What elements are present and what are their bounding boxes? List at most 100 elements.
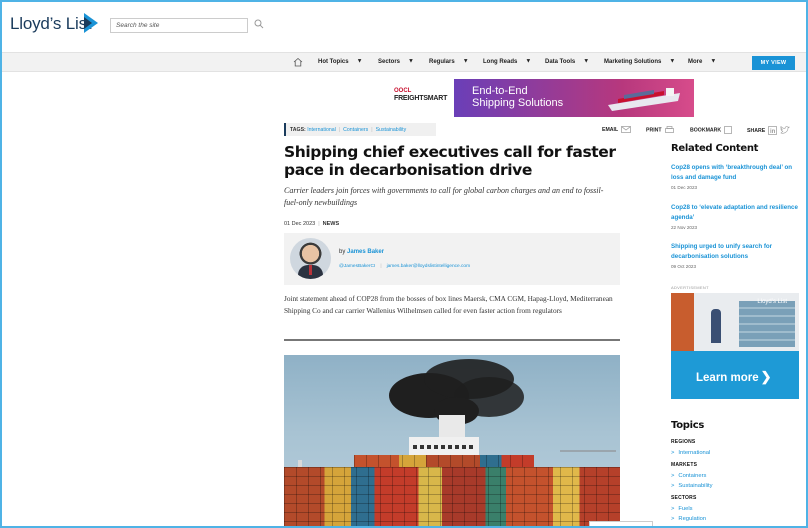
ad-brand-main: FREIGHTSMART: [394, 95, 448, 102]
tag-sustainability[interactable]: Sustainability: [376, 127, 407, 133]
my-view-button[interactable]: MY VIEW: [752, 56, 795, 70]
ship-illustration-icon: [608, 88, 680, 111]
home-icon[interactable]: [293, 57, 303, 67]
ad-banner[interactable]: OOCL FREIGHTSMART End-to-End Shipping So…: [384, 79, 694, 117]
logo-mark-icon[interactable]: [84, 13, 98, 33]
caret-down-icon: ▼: [583, 58, 590, 65]
email-label: EMAIL: [602, 126, 619, 133]
linkedin-icon[interactable]: in: [768, 126, 778, 135]
topic-link[interactable]: > Sustainability: [671, 483, 713, 489]
bookmark-button[interactable]: BOOKMARK: [690, 126, 732, 134]
print-button[interactable]: PRINT: [646, 126, 674, 134]
advert-cta-label: Learn more: [696, 372, 759, 384]
chevron-right-icon: ❯: [760, 369, 772, 384]
article-headline: Shipping chief executives call for faste…: [284, 143, 616, 179]
advert-learn-more-button[interactable]: Learn more ❯: [696, 369, 772, 385]
advertisement-label: ADVERTISEMENT: [671, 285, 709, 290]
site-logo[interactable]: Lloyd’s List: [10, 14, 92, 34]
advert-logo: Lloyd’s List: [757, 299, 787, 305]
search-input[interactable]: Search the site: [110, 18, 248, 33]
avatar-tie: [309, 265, 312, 275]
topic-link[interactable]: > Containers: [671, 473, 706, 479]
advert-person: [711, 309, 721, 343]
caret-down-icon: ▼: [669, 58, 676, 65]
author-prefix: by: [339, 249, 346, 255]
bookmark-label: BOOKMARK: [690, 127, 722, 134]
nav-label: Long Reads: [483, 59, 518, 65]
author-twitter-link[interactable]: @JamesBakerCI: [339, 264, 375, 269]
topic-group-heading: REGIONS: [671, 439, 696, 445]
author-contacts: @JamesBakerCI | james.baker@lloydslistinte…: [339, 264, 470, 269]
tags-bar: TAGS: International | Containers | Sustainab…: [284, 123, 436, 136]
author-name-link[interactable]: James Baker: [347, 249, 384, 255]
contact-divider: |: [380, 264, 382, 269]
sidebar-advert[interactable]: Lloyd’s List Learn more ❯: [671, 293, 799, 399]
caret-down-icon: ▼: [408, 58, 414, 65]
topic-link-label: Regulation: [678, 516, 707, 522]
share-button[interactable]: SHARE in: [747, 125, 790, 135]
topics-title: Topics: [671, 420, 705, 431]
nav-label: More: [688, 59, 703, 65]
chevron-right-icon: >: [671, 450, 675, 456]
related-item[interactable]: Cop28 opens with ‘breakthrough deal’ on …: [671, 163, 803, 190]
author-byline: by James Baker: [339, 249, 384, 255]
topic-link-label: Sustainability: [678, 483, 713, 489]
email-icon: [621, 126, 631, 133]
ad-creative: End-to-End Shipping Solutions: [454, 79, 694, 117]
nav-label: Data Tools: [545, 59, 576, 65]
print-icon: [664, 126, 674, 133]
caret-down-icon: ▼: [356, 58, 363, 65]
share-label: SHARE: [747, 127, 766, 134]
author-email-link[interactable]: james.baker@lloydslistintelligence.com: [387, 264, 471, 269]
tag-separator: |: [338, 127, 341, 133]
tags-label: TAGS:: [290, 127, 306, 133]
nav-data-tools[interactable]: Data Tools ▼: [545, 58, 590, 66]
related-item-title[interactable]: Shipping urged to unify search for decar…: [671, 242, 803, 261]
print-label: PRINT: [646, 127, 662, 134]
related-item-title[interactable]: Cop28 to ‘elevate adaptation and resilie…: [671, 203, 803, 222]
related-item[interactable]: Shipping urged to unify search for decar…: [671, 242, 803, 269]
twitter-icon[interactable]: [780, 125, 790, 135]
related-item-date: 09 Oct 2023: [671, 264, 697, 269]
chevron-right-icon: >: [671, 483, 675, 489]
topic-link[interactable]: > International: [671, 450, 710, 456]
svg-text:in: in: [770, 129, 776, 135]
bookmark-icon: [724, 126, 732, 134]
topic-link[interactable]: > Fuels: [671, 506, 693, 512]
related-item[interactable]: Cop28 to ‘elevate adaptation and resilie…: [671, 203, 803, 230]
topic-group-heading: SECTORS: [671, 495, 697, 501]
site-header: Lloyd’s List Search the site: [0, 0, 808, 52]
nav-label: Hot Topics: [318, 59, 349, 65]
article-date: 01 Dec 2023: [284, 221, 316, 227]
topic-link[interactable]: > Regulation: [671, 516, 706, 522]
chevron-right-icon: >: [671, 506, 675, 512]
search-icon[interactable]: [254, 19, 264, 29]
related-content-title: Related Content: [671, 143, 759, 154]
summary-divider: [284, 339, 620, 341]
advert-container-wall: [739, 301, 795, 347]
author-avatar[interactable]: [290, 238, 331, 279]
floating-panel-edge: [589, 521, 653, 528]
nav-hot-topics[interactable]: Hot Topics ▼: [318, 58, 363, 66]
related-item-date: 01 Dec 2023: [671, 185, 698, 190]
nav-marketing-solutions[interactable]: Marketing Solutions ▼: [604, 58, 676, 66]
topic-link-label: Containers: [678, 473, 707, 479]
ad-brand: OOCL FREIGHTSMART: [384, 79, 454, 117]
nav-label: Sectors: [378, 59, 401, 65]
nav-more[interactable]: More ▼: [688, 59, 716, 66]
main-nav: Hot Topics ▼ Sectors ▼ Regulars ▼ Long Read…: [0, 52, 808, 72]
nav-sectors[interactable]: Sectors ▼: [378, 58, 414, 66]
article-hero-image: [284, 355, 620, 528]
article-section[interactable]: NEWS: [323, 221, 340, 227]
container-stack: [284, 467, 620, 528]
tag-containers[interactable]: Containers: [343, 127, 368, 133]
nav-regulars[interactable]: Regulars ▼: [429, 59, 469, 66]
nav-long-reads[interactable]: Long Reads ▼: [483, 59, 531, 66]
topic-link-label: International: [678, 450, 711, 456]
nav-label: Regulars: [429, 59, 455, 65]
article-dateline: 01 Dec 2023 | NEWS: [284, 221, 339, 227]
related-item-title[interactable]: Cop28 opens with ‘breakthrough deal’ on …: [671, 163, 803, 182]
email-button[interactable]: EMAIL: [602, 126, 631, 133]
tag-international[interactable]: International: [307, 127, 336, 133]
related-item-date: 22 Nov 2023: [671, 225, 698, 230]
